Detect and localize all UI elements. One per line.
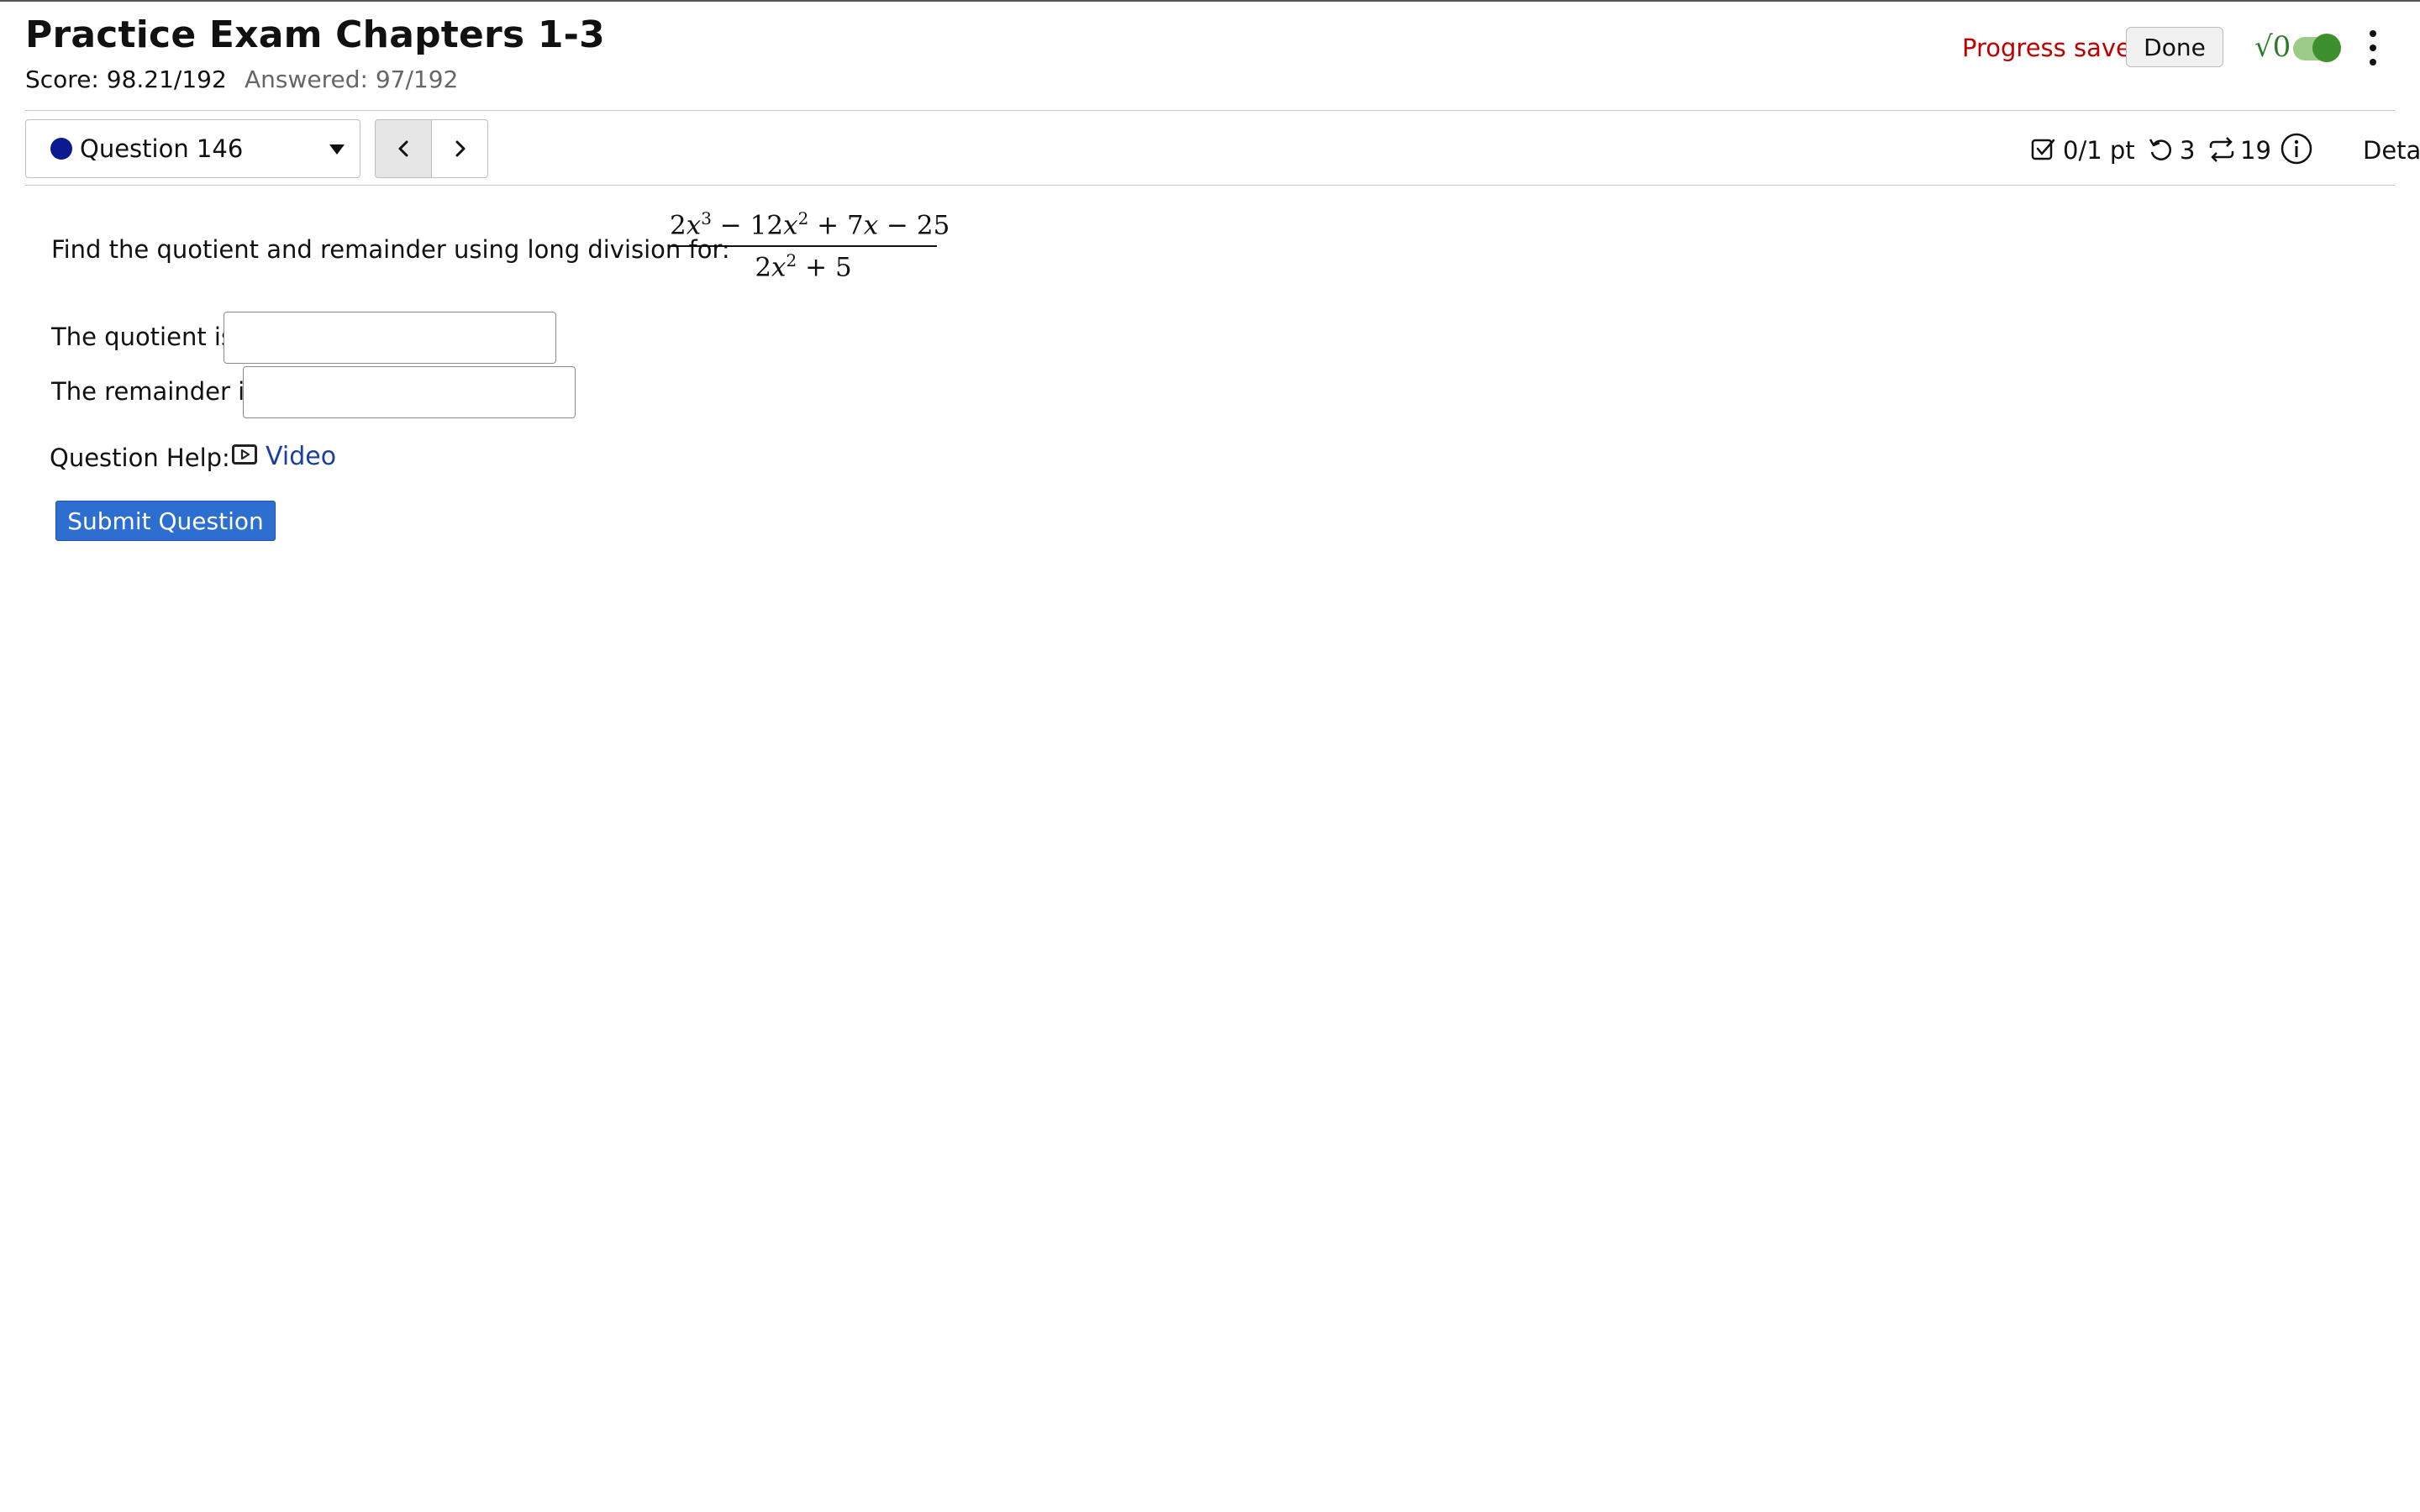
remainder-input[interactable] [243, 366, 576, 418]
submit-question-button[interactable]: Submit Question [55, 501, 276, 541]
quotient-input[interactable] [224, 312, 556, 364]
chevron-right-icon [455, 140, 466, 157]
question-selector-label: Question 146 [80, 134, 244, 163]
more-options-icon[interactable] [2365, 29, 2381, 67]
math-expression: 2x3 − 12x2 + 7x − 25 2x2 + 5 [670, 208, 950, 283]
checkbox-icon [2031, 137, 2056, 165]
question-prompt: Find the quotient and remainder using lo… [51, 235, 730, 264]
video-icon[interactable] [232, 444, 257, 465]
info-icon[interactable] [2280, 132, 2313, 169]
header-divider [25, 110, 2395, 111]
math-entry-icon: √0 [2254, 30, 2291, 64]
fraction-denominator: 2x2 + 5 [755, 250, 852, 283]
page-title: Practice Exam Chapters 1-3 [25, 13, 605, 56]
question-status-dot [50, 138, 72, 160]
answered-text: Answered: 97/192 [245, 66, 459, 93]
next-question-button[interactable] [431, 119, 488, 178]
tries-remaining: 3 [2180, 136, 2196, 165]
retry-icon [2147, 137, 2174, 165]
versions-count: 19 [2240, 136, 2271, 165]
toggle-knob[interactable] [2312, 34, 2341, 62]
done-button[interactable]: Done [2126, 27, 2223, 67]
chevron-left-icon [398, 140, 408, 157]
quotient-label: The quotient is [51, 323, 234, 351]
versions-icon [2207, 137, 2236, 165]
previous-question-button[interactable] [375, 119, 432, 178]
fraction-bar [670, 245, 937, 247]
nav-divider [25, 185, 2395, 186]
fraction-numerator: 2x3 − 12x2 + 7x − 25 [670, 208, 950, 241]
progress-status: Progress saved [1962, 34, 2147, 62]
score-text: Score: 98.21/192 [25, 66, 227, 93]
question-help-label: Question Help: [50, 444, 230, 472]
remainder-label: The remainder is [51, 377, 258, 406]
details-link[interactable]: Details [2363, 136, 2420, 165]
points-text: 0/1 pt [2063, 136, 2135, 165]
video-link[interactable]: Video [266, 442, 336, 471]
caret-down-icon [329, 144, 345, 155]
